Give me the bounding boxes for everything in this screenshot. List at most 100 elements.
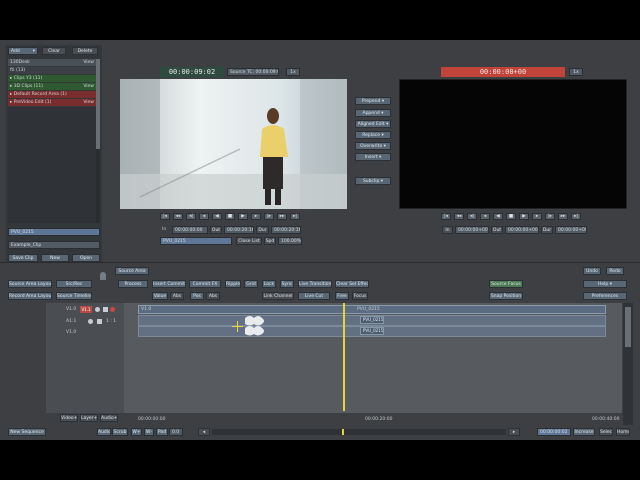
bin-new-button[interactable]: New bbox=[41, 254, 69, 262]
close-list-button[interactable]: Close List bbox=[236, 237, 262, 245]
process-button[interactable]: Process bbox=[118, 280, 148, 288]
source-dur-label[interactable]: Dur bbox=[256, 226, 269, 234]
scroll-left-icon[interactable]: ◂ bbox=[198, 428, 210, 436]
bin-open-button[interactable]: Open bbox=[72, 254, 100, 262]
fast-forward-icon[interactable]: ▸ bbox=[532, 213, 542, 220]
timeline-horizontal-scrollbar[interactable] bbox=[212, 429, 506, 435]
abs2-button[interactable]: Abs bbox=[206, 292, 220, 300]
bin-example-clip[interactable]: Example_Clip bbox=[8, 241, 100, 249]
aligned-edit-button[interactable]: Aligned Edit ▾ bbox=[355, 120, 391, 128]
play-icon[interactable]: ▶ bbox=[238, 213, 248, 220]
timeline-clip-segment-2[interactable]: PVU_0215 bbox=[360, 327, 384, 335]
bin-delete-button[interactable]: Delete bbox=[72, 47, 98, 55]
sync-button[interactable]: Sync bbox=[280, 280, 294, 288]
pad-value[interactable]: 0.0 bbox=[169, 428, 183, 436]
bin-item-view-button[interactable]: View bbox=[83, 83, 94, 90]
subclip-button[interactable]: Subclip ▾ bbox=[355, 177, 391, 185]
bin-root-row[interactable]: fti (13) bbox=[8, 67, 96, 74]
preferences-button[interactable]: Preferences bbox=[583, 292, 627, 300]
insert-button[interactable]: Insert ▾ bbox=[355, 153, 391, 161]
layer-plus-button[interactable]: Layer+ bbox=[80, 414, 98, 422]
free-button[interactable]: Free bbox=[335, 292, 349, 300]
source-speed[interactable]: 1x bbox=[286, 68, 300, 76]
record-in-field[interactable]: 00:00:00+00 bbox=[455, 226, 489, 234]
marker-icon[interactable] bbox=[100, 272, 106, 280]
lock-icon[interactable] bbox=[103, 307, 108, 312]
focus-button[interactable]: Focus bbox=[352, 292, 368, 300]
bin-selected-clip[interactable]: PVU_0215 bbox=[8, 228, 100, 236]
lock-button[interactable]: Lock bbox=[262, 280, 276, 288]
timeline-scrollbar-thumb[interactable] bbox=[625, 307, 631, 347]
abs-button[interactable]: Abs bbox=[170, 292, 184, 300]
record-out-field[interactable]: 00:00:00+00 bbox=[505, 226, 539, 234]
source-area-layout-button[interactable]: Source Area Layout bbox=[8, 280, 52, 288]
clear-sel-effect-button[interactable]: Clear Sel Effect bbox=[335, 280, 369, 288]
w-plus-button[interactable]: W+ bbox=[131, 428, 142, 436]
timeline-clip-segment[interactable]: PVU_0215 bbox=[360, 316, 384, 324]
source-in-field[interactable]: 00:00:00:00 bbox=[172, 226, 208, 234]
prev-edit-icon[interactable]: ◂◂ bbox=[454, 213, 464, 220]
eye-icon[interactable] bbox=[95, 307, 100, 312]
home-button[interactable]: Home bbox=[616, 428, 630, 436]
record-speed[interactable]: 1x bbox=[569, 68, 583, 76]
go-to-start-icon[interactable]: |◂ bbox=[441, 213, 451, 220]
overwrite-button[interactable]: Overwrite ▾ bbox=[355, 142, 391, 150]
append-button[interactable]: Append ▾ bbox=[355, 109, 391, 117]
bin-scrollbar[interactable] bbox=[96, 59, 100, 223]
record-dur-label[interactable]: Dur bbox=[541, 226, 553, 234]
source-timeline-button[interactable]: Source Timeline bbox=[56, 292, 92, 300]
scrub-button[interactable]: Scrub bbox=[112, 428, 128, 436]
scroll-right-icon[interactable]: ▸ bbox=[508, 428, 520, 436]
spd-value[interactable]: 100.00% bbox=[278, 237, 302, 245]
play-reverse-icon[interactable]: ◀ bbox=[212, 213, 222, 220]
play-reverse-icon[interactable]: ◀ bbox=[493, 213, 503, 220]
video-plus-button[interactable]: Video+ bbox=[60, 414, 78, 422]
source-area-button[interactable]: Source Area bbox=[115, 267, 149, 275]
link-channel-button[interactable]: Link Channel bbox=[262, 292, 294, 300]
w-minus-button[interactable]: W- bbox=[144, 428, 154, 436]
live-cut-button[interactable]: Live Cut bbox=[298, 292, 330, 300]
bin-item-clips-y3[interactable]: ▸ Clips Y3 (11) bbox=[8, 75, 96, 82]
bin-clear-button[interactable]: Clear bbox=[42, 47, 66, 55]
pos-button[interactable]: Pos bbox=[190, 292, 204, 300]
value-button[interactable]: Value bbox=[152, 292, 168, 300]
bin-title-row[interactable]: 130Desk View bbox=[8, 59, 96, 66]
stop-icon[interactable]: ■ bbox=[506, 213, 516, 220]
step-back-icon[interactable]: ◂| bbox=[186, 213, 196, 220]
undo-button[interactable]: Undo bbox=[583, 267, 601, 275]
source-dur-field[interactable]: 00:00:20:16 bbox=[271, 226, 301, 234]
audio-button[interactable]: Audio bbox=[97, 428, 111, 436]
go-to-end-icon[interactable]: ▸| bbox=[571, 213, 581, 220]
insert-commit-button[interactable]: Insert Commit bbox=[152, 280, 186, 288]
select-button[interactable]: Select bbox=[599, 428, 613, 436]
go-to-start-icon[interactable]: |◂ bbox=[160, 213, 170, 220]
record-in-label[interactable]: In bbox=[442, 226, 453, 234]
record-enable-icon[interactable] bbox=[110, 307, 115, 312]
playhead-line[interactable] bbox=[343, 303, 345, 411]
prepend-button[interactable]: Prepend ▾ bbox=[355, 97, 391, 105]
rewind-icon[interactable]: ◂ bbox=[480, 213, 490, 220]
bin-item-default-record-area[interactable]: ▸ Default Record Area (1) bbox=[8, 91, 96, 98]
save-clip-button[interactable]: Save Clip bbox=[8, 254, 38, 262]
bin-scrollbar-thumb[interactable] bbox=[96, 59, 100, 149]
go-to-end-icon[interactable]: ▸| bbox=[290, 213, 300, 220]
pad-button[interactable]: Pad bbox=[156, 428, 168, 436]
src-rec-button[interactable]: Src/Rec bbox=[56, 280, 92, 288]
bin-item-3d-clips[interactable]: ▸ 3D Clips (11) View bbox=[8, 83, 96, 90]
grid-button[interactable]: Grid bbox=[244, 280, 258, 288]
timeline-vertical-scrollbar[interactable] bbox=[623, 303, 633, 425]
lock-icon[interactable] bbox=[97, 319, 102, 324]
audio-plus-button[interactable]: Audio+ bbox=[100, 414, 118, 422]
increase-button[interactable]: Increase bbox=[573, 428, 595, 436]
record-out-label[interactable]: Out bbox=[491, 226, 503, 234]
rewind-icon[interactable]: ◂ bbox=[199, 213, 209, 220]
source-out-field[interactable]: 00:00:20:16 bbox=[224, 226, 254, 234]
bin-add-dropdown[interactable]: Add ▾ bbox=[8, 47, 38, 55]
track-header-row-a1[interactable]: A1:1 1 : 1 bbox=[46, 317, 124, 326]
play-icon[interactable]: ▶ bbox=[519, 213, 529, 220]
track-header-row-v2[interactable]: V1.0 bbox=[46, 328, 124, 337]
step-forward-icon[interactable]: |▸ bbox=[545, 213, 555, 220]
step-forward-icon[interactable]: |▸ bbox=[264, 213, 274, 220]
help-button[interactable]: Help ▾ bbox=[583, 280, 627, 288]
commit-fx-button[interactable]: Commit FX bbox=[189, 280, 221, 288]
